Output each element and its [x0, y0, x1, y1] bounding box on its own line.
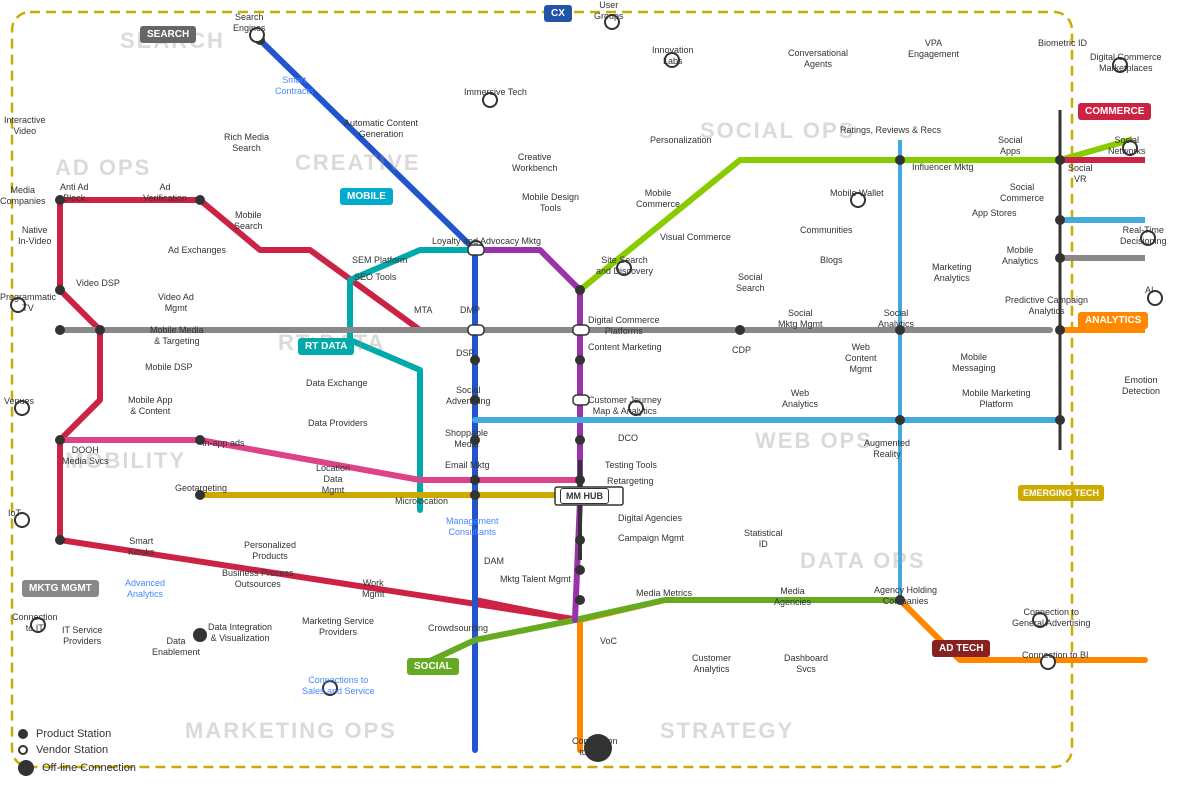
legend-offline-connection: Off-line Connection — [18, 760, 136, 776]
legend-vendor-station: Vendor Station — [18, 744, 136, 756]
legend-offline-label: Off-line Connection — [42, 762, 136, 774]
main-svg — [0, 0, 1200, 798]
map-container: SEARCH AD OPS CREATIVE SOCIAL OPS RT DAT… — [0, 0, 1200, 798]
legend-vendor-label: Vendor Station — [36, 744, 108, 756]
legend-product-label: Product Station — [36, 728, 111, 740]
legend-product-station: Product Station — [18, 728, 136, 740]
legend: Product Station Vendor Station Off-line … — [18, 728, 136, 780]
